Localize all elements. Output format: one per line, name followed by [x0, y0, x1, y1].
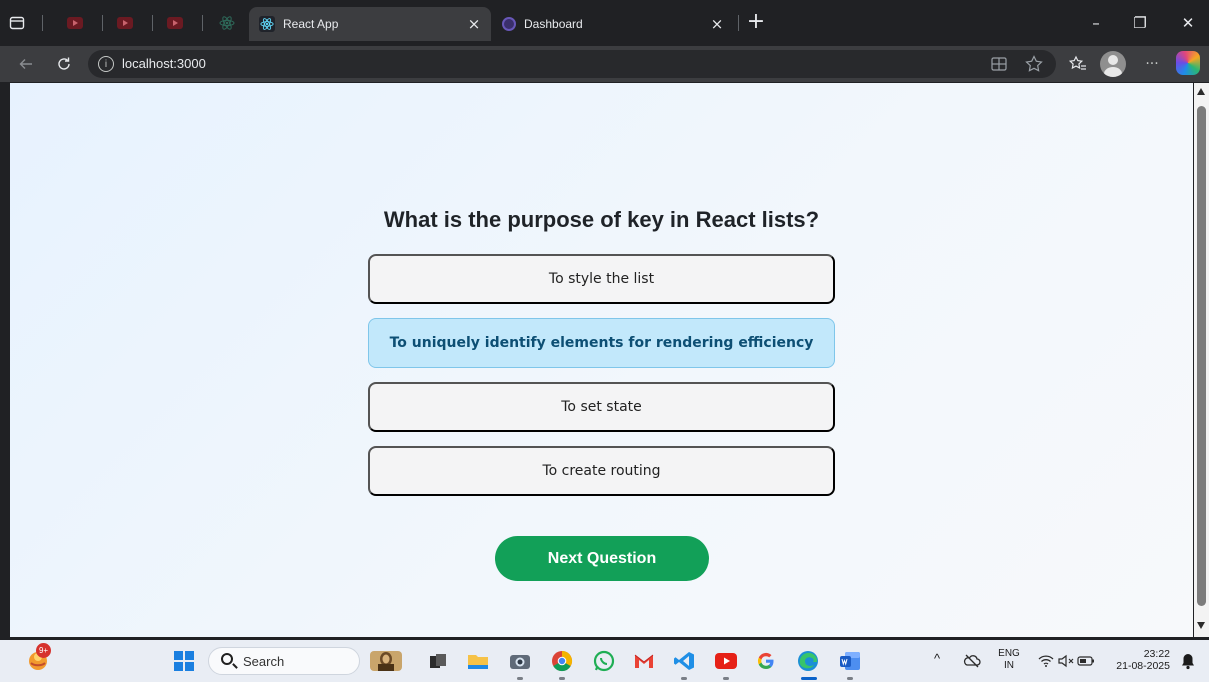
- notification-badge: 9+: [36, 643, 51, 658]
- edge-icon[interactable]: [796, 649, 820, 673]
- whatsapp-icon[interactable]: [592, 649, 616, 673]
- favorites-list-icon[interactable]: [1066, 52, 1090, 76]
- option-label: To create routing: [542, 463, 661, 479]
- address-bar[interactable]: i localhost:3000: [88, 50, 1056, 78]
- pinned-tab-react[interactable]: [216, 12, 238, 34]
- site-info-icon[interactable]: i: [98, 56, 114, 72]
- running-indicator: [847, 677, 853, 680]
- url-text[interactable]: localhost:3000: [122, 56, 206, 71]
- onedrive-icon[interactable]: [960, 649, 984, 673]
- browser-toolbar: i localhost:3000 ···: [0, 46, 1209, 82]
- time-text: 23:22: [1143, 648, 1170, 660]
- tab-react-app[interactable]: React App ×: [249, 7, 491, 41]
- reload-icon[interactable]: [52, 52, 76, 76]
- dashboard-icon: [502, 17, 516, 31]
- pinned-tab-youtube-3[interactable]: [164, 12, 186, 34]
- taskbar-search[interactable]: Search: [208, 647, 360, 675]
- question-title: What is the purpose of key in React list…: [383, 207, 820, 232]
- new-tab-button[interactable]: +: [744, 11, 768, 33]
- task-view-icon[interactable]: [426, 649, 450, 673]
- battery-icon[interactable]: [1074, 649, 1098, 673]
- youtube-icon: [167, 17, 183, 29]
- running-indicator: [723, 677, 729, 680]
- close-tab-icon[interactable]: ×: [708, 15, 726, 33]
- tab-actions-icon[interactable]: [6, 12, 28, 34]
- answer-option-1[interactable]: To style the list: [368, 254, 835, 304]
- search-icon: [221, 653, 233, 665]
- page-viewport: What is the purpose of key in React list…: [10, 83, 1193, 637]
- scroll-up-icon[interactable]: [1197, 88, 1205, 95]
- show-hidden-icons-icon[interactable]: ^: [934, 652, 940, 665]
- taskbar: Search ^ ENG IN 23:22 21-08-2025: [0, 640, 1209, 682]
- option-label: To uniquely identify elements for render…: [389, 335, 814, 351]
- vscode-icon[interactable]: [672, 649, 696, 673]
- scrollbar-thumb[interactable]: [1197, 106, 1206, 606]
- search-label: Search: [243, 654, 285, 669]
- word-icon[interactable]: [838, 649, 862, 673]
- react-icon: [219, 16, 235, 30]
- more-icon[interactable]: ···: [1140, 52, 1164, 76]
- start-icon[interactable]: [172, 649, 196, 673]
- youtube-icon: [117, 17, 133, 29]
- clock[interactable]: 23:22 21-08-2025: [1108, 648, 1170, 672]
- language-indicator[interactable]: ENG IN: [996, 648, 1022, 672]
- tab-dashboard[interactable]: Dashboard ×: [492, 7, 734, 41]
- tab-separator: [738, 15, 739, 31]
- close-window-button[interactable]: ✕: [1176, 12, 1200, 34]
- answer-option-3[interactable]: To set state: [368, 382, 835, 432]
- favorite-icon[interactable]: [1024, 54, 1044, 78]
- tab-title: React App: [283, 17, 339, 31]
- tab-title: Dashboard: [524, 17, 583, 31]
- close-tab-icon[interactable]: ×: [465, 15, 483, 33]
- youtube-icon: [67, 17, 83, 29]
- pinned-tab-youtube-2[interactable]: [114, 12, 136, 34]
- file-explorer-icon[interactable]: [466, 649, 490, 673]
- google-icon[interactable]: [754, 649, 778, 673]
- running-indicator: [559, 677, 565, 680]
- gmail-icon[interactable]: [632, 649, 656, 673]
- restore-button[interactable]: ❐: [1128, 12, 1152, 34]
- answer-option-4[interactable]: To create routing: [368, 446, 835, 496]
- tab-separator: [42, 15, 43, 31]
- tab-separator: [102, 15, 103, 31]
- mona-lisa-icon[interactable]: [366, 649, 406, 673]
- chrome-icon[interactable]: [550, 649, 574, 673]
- language-code: ENG: [998, 648, 1020, 659]
- option-label: To set state: [561, 399, 642, 415]
- next-question-button[interactable]: Next Question: [495, 536, 709, 581]
- running-indicator-active: [801, 677, 817, 680]
- youtube-icon[interactable]: [714, 649, 738, 673]
- tab-strip: React App × Dashboard × + – ❐ ✕: [0, 0, 1209, 46]
- running-indicator: [681, 677, 687, 680]
- back-icon[interactable]: [14, 52, 38, 76]
- tab-separator: [152, 15, 153, 31]
- date-text: 21-08-2025: [1116, 660, 1170, 672]
- scroll-down-icon[interactable]: [1197, 622, 1205, 629]
- camera-icon[interactable]: [508, 649, 532, 673]
- pinned-tab-youtube-1[interactable]: [64, 12, 86, 34]
- running-indicator: [517, 677, 523, 680]
- copilot-icon[interactable]: [1176, 51, 1200, 75]
- split-screen-icon[interactable]: [990, 55, 1008, 77]
- answer-option-2-selected[interactable]: To uniquely identify elements for render…: [368, 318, 835, 368]
- option-label: To style the list: [548, 271, 655, 287]
- minimize-button[interactable]: –: [1084, 12, 1108, 34]
- region-code: IN: [1004, 660, 1014, 671]
- tab-separator: [202, 15, 203, 31]
- react-icon: [259, 16, 275, 32]
- profile-icon[interactable]: [1100, 51, 1126, 77]
- notification-bell-icon[interactable]: [1176, 649, 1200, 673]
